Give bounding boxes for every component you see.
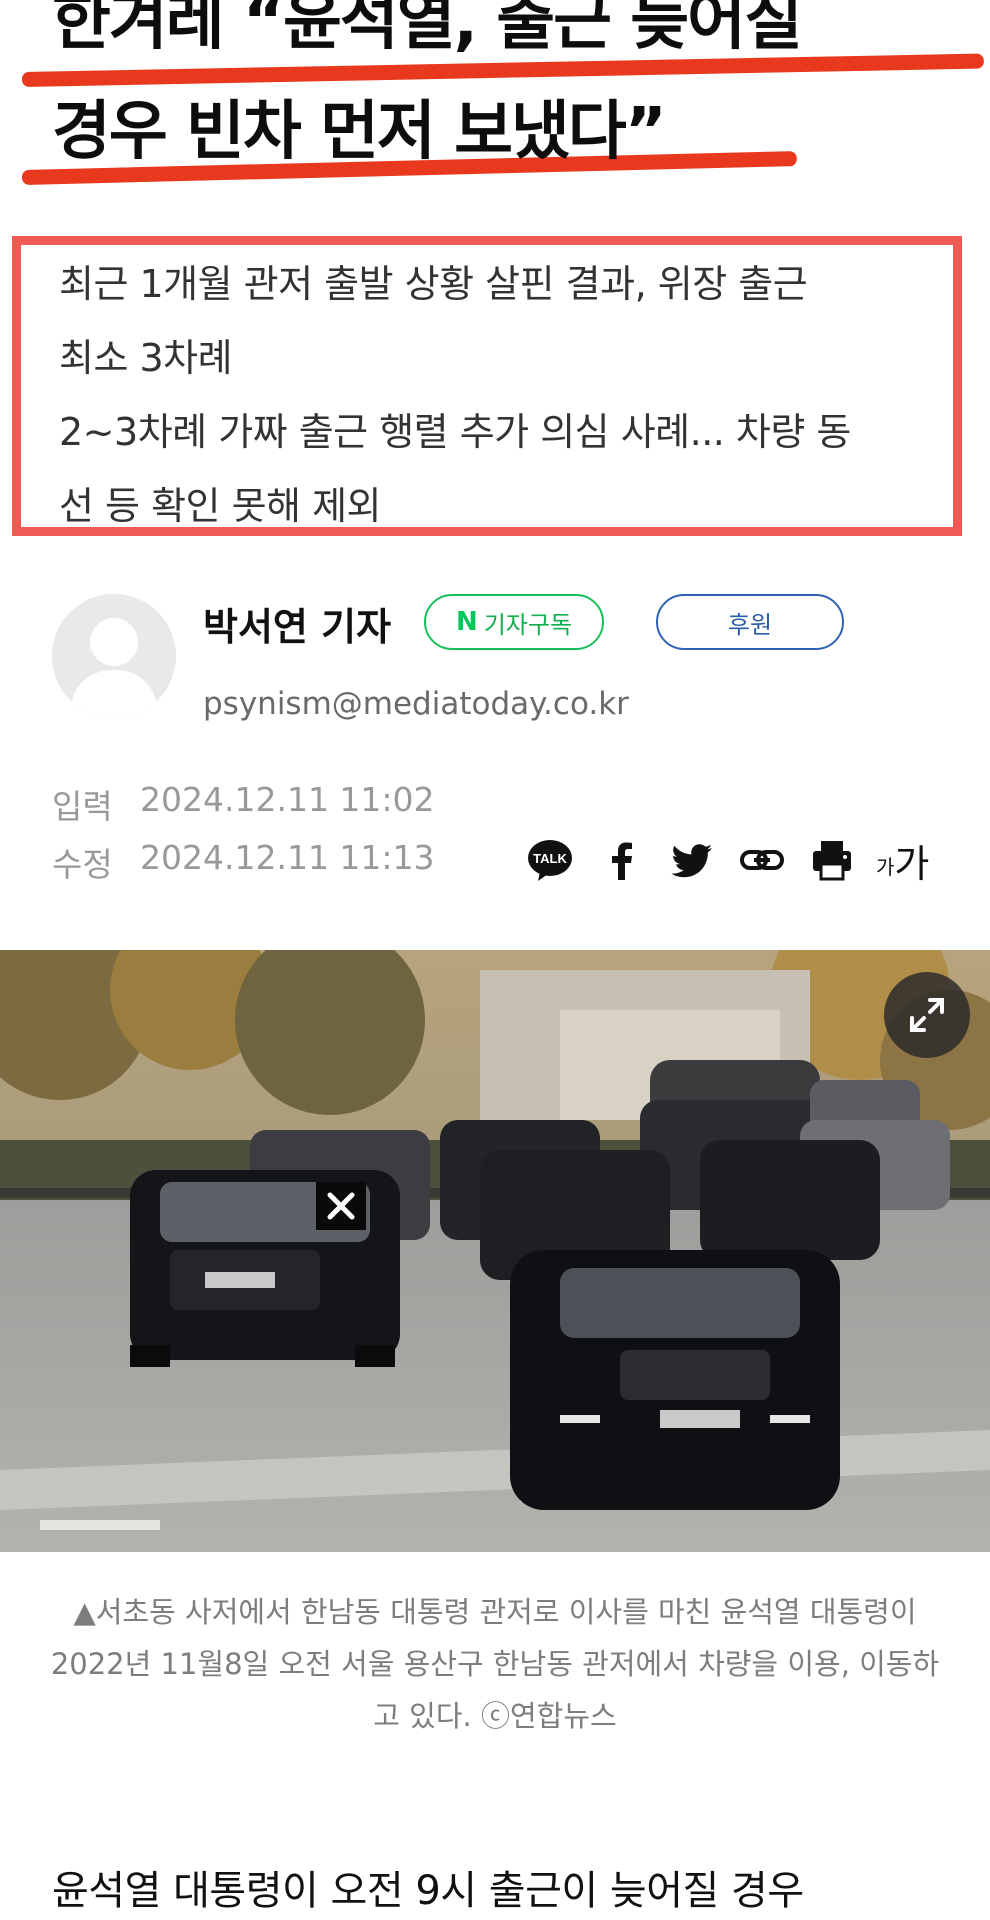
subscribe-label: 기자구독: [483, 610, 573, 639]
subtitle-line-1: 최근 1개월 관저 출발 상황 살핀 결과, 위장 출근: [59, 262, 808, 306]
subtitle-line-2: 최소 3차례: [59, 336, 233, 380]
author-name[interactable]: 박서연 기자: [203, 596, 391, 651]
subscribe-button[interactable]: N 기자구독: [424, 594, 604, 650]
expand-icon: [910, 998, 944, 1032]
author-email[interactable]: psynism@mediatoday.co.kr: [203, 686, 629, 722]
print-icon[interactable]: [808, 836, 856, 884]
kakaotalk-icon[interactable]: TALK: [526, 836, 574, 884]
expand-image-button[interactable]: [884, 972, 970, 1058]
modified-date-value: 2024.12.11 11:13: [140, 838, 435, 877]
link-icon[interactable]: [738, 836, 786, 884]
support-label: 후원: [727, 610, 773, 639]
modified-date-label: 수정: [52, 845, 113, 884]
headline: 한겨레 “윤석열, 출근 늦어질 경우 빈차 먼저 보냈다”: [0, 0, 990, 210]
avatar: [52, 594, 176, 718]
input-date-label: 입력: [52, 787, 113, 826]
headline-line-1: 한겨레 “윤석열, 출근 늦어질: [52, 0, 803, 59]
twitter-icon[interactable]: [668, 836, 716, 884]
talk-label: TALK: [533, 851, 567, 866]
font-small-label: 가: [876, 855, 895, 879]
subtitle-box: 최근 1개월 관저 출발 상황 살핀 결과, 위장 출근 최소 3차례 2~3차…: [12, 236, 962, 536]
subtitle-line-4: 선 등 확인 못해 제외: [59, 484, 382, 528]
support-button[interactable]: 후원: [656, 594, 844, 650]
font-size-icon[interactable]: 가 가: [876, 836, 946, 884]
input-date-value: 2024.12.11 11:02: [140, 780, 435, 819]
subtitle-line-3: 2~3차례 가짜 출근 행렬 추가 의심 사례... 차량 동: [59, 410, 851, 454]
font-large-label: 가: [894, 842, 930, 886]
close-icon: [327, 1192, 355, 1220]
headline-line-2: 경우 빈차 먼저 보냈다”: [52, 95, 667, 169]
photo-caption: ▲서초동 사저에서 한남동 대통령 관저로 이사를 마친 윤석열 대통령이 20…: [50, 1595, 940, 1733]
naver-icon: N: [455, 607, 478, 637]
article-photo: [0, 950, 990, 1552]
body-first-line: 윤석열 대통령이 오전 9시 출근이 늦어질 경우: [52, 1868, 804, 1914]
close-overlay-button[interactable]: [316, 1182, 366, 1230]
facebook-icon[interactable]: [598, 836, 646, 884]
